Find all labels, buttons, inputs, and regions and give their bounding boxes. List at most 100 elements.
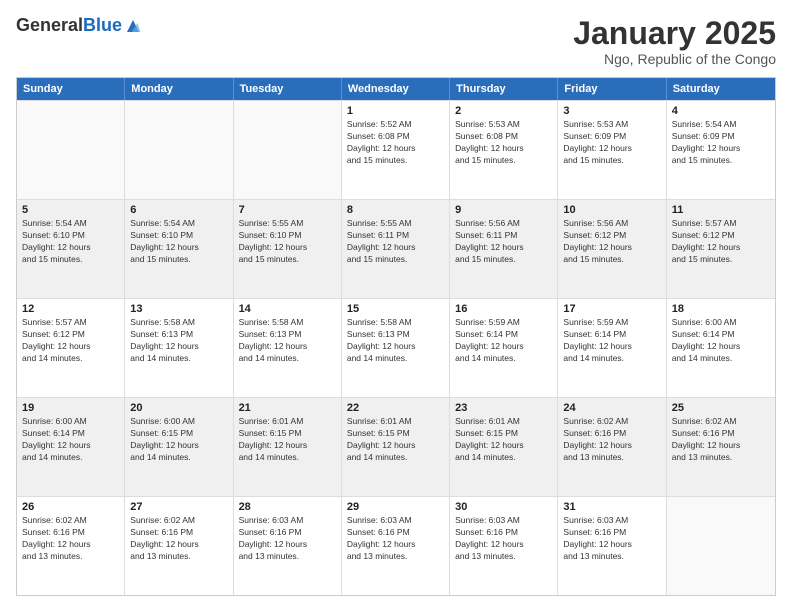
calendar-cell: 9 Sunrise: 5:56 AM Sunset: 6:11 PM Daylig… [450,200,558,298]
weekday-header: Saturday [667,78,775,100]
day-number: 1 [347,105,444,117]
day-info: Sunrise: 6:03 AM Sunset: 6:16 PM Dayligh… [455,515,552,563]
day-number: 17 [563,303,660,315]
calendar-header: SundayMondayTuesdayWednesdayThursdayFrid… [17,78,775,100]
calendar-cell: 7 Sunrise: 5:55 AM Sunset: 6:10 PM Daylig… [234,200,342,298]
day-info: Sunrise: 5:58 AM Sunset: 6:13 PM Dayligh… [347,317,444,365]
day-info: Sunrise: 6:02 AM Sunset: 6:16 PM Dayligh… [563,416,660,464]
calendar-cell: 5 Sunrise: 5:54 AM Sunset: 6:10 PM Daylig… [17,200,125,298]
day-number: 16 [455,303,552,315]
day-number: 30 [455,501,552,513]
day-info: Sunrise: 5:56 AM Sunset: 6:12 PM Dayligh… [563,218,660,266]
day-number: 3 [563,105,660,117]
day-number: 15 [347,303,444,315]
calendar-cell: 10 Sunrise: 5:56 AM Sunset: 6:12 PM Dayli… [558,200,666,298]
weekday-header: Sunday [17,78,125,100]
day-info: Sunrise: 5:54 AM Sunset: 6:10 PM Dayligh… [130,218,227,266]
calendar-body: 1 Sunrise: 5:52 AM Sunset: 6:08 PM Daylig… [17,100,775,595]
calendar-cell: 31Sunrise: 6:03 AM Sunset: 6:16 PM Dayli… [558,497,666,595]
day-number: 11 [672,204,770,216]
day-number: 19 [22,402,119,414]
calendar-row: 5 Sunrise: 5:54 AM Sunset: 6:10 PM Daylig… [17,199,775,298]
calendar-title: January 2025 [573,16,776,51]
day-number: 10 [563,204,660,216]
weekday-header: Tuesday [234,78,342,100]
day-number: 6 [130,204,227,216]
weekday-header: Thursday [450,78,558,100]
calendar-cell: 11 Sunrise: 5:57 AM Sunset: 6:12 PM Dayli… [667,200,775,298]
day-number: 18 [672,303,770,315]
calendar-row: 1 Sunrise: 5:52 AM Sunset: 6:08 PM Daylig… [17,100,775,199]
logo: GeneralBlue [16,16,142,36]
day-info: Sunrise: 6:00 AM Sunset: 6:14 PM Dayligh… [672,317,770,365]
calendar-cell [667,497,775,595]
day-number: 7 [239,204,336,216]
calendar: SundayMondayTuesdayWednesdayThursdayFrid… [16,77,776,596]
day-number: 5 [22,204,119,216]
day-number: 25 [672,402,770,414]
day-number: 20 [130,402,227,414]
day-info: Sunrise: 5:53 AM Sunset: 6:08 PM Dayligh… [455,119,552,167]
calendar-cell: 23 Sunrise: 6:01 AM Sunset: 6:15 PM Dayli… [450,398,558,496]
day-info: Sunrise: 6:01 AM Sunset: 6:15 PM Dayligh… [455,416,552,464]
day-info: Sunrise: 5:52 AM Sunset: 6:08 PM Dayligh… [347,119,444,167]
calendar-cell: 21Sunrise: 6:01 AM Sunset: 6:15 PM Dayli… [234,398,342,496]
weekday-header: Wednesday [342,78,450,100]
calendar-cell: 15 Sunrise: 5:58 AM Sunset: 6:13 PM Dayli… [342,299,450,397]
day-info: Sunrise: 6:02 AM Sunset: 6:16 PM Dayligh… [22,515,119,563]
calendar-cell: 4 Sunrise: 5:54 AM Sunset: 6:09 PM Daylig… [667,101,775,199]
calendar-cell [125,101,233,199]
calendar-cell: 1 Sunrise: 5:52 AM Sunset: 6:08 PM Daylig… [342,101,450,199]
calendar-subtitle: Ngo, Republic of the Congo [573,51,776,67]
day-info: Sunrise: 5:55 AM Sunset: 6:10 PM Dayligh… [239,218,336,266]
calendar-cell: 18 Sunrise: 6:00 AM Sunset: 6:14 PM Dayli… [667,299,775,397]
calendar-cell: 20 Sunrise: 6:00 AM Sunset: 6:15 PM Dayli… [125,398,233,496]
day-number: 29 [347,501,444,513]
calendar-row: 12 Sunrise: 5:57 AM Sunset: 6:12 PM Dayli… [17,298,775,397]
header: GeneralBlue January 2025 Ngo, Republic o… [16,16,776,67]
calendar-cell: 29 Sunrise: 6:03 AM Sunset: 6:16 PM Dayli… [342,497,450,595]
calendar-cell: 3 Sunrise: 5:53 AM Sunset: 6:09 PM Daylig… [558,101,666,199]
day-info: Sunrise: 5:59 AM Sunset: 6:14 PM Dayligh… [563,317,660,365]
day-number: 4 [672,105,770,117]
day-info: Sunrise: 6:00 AM Sunset: 6:15 PM Dayligh… [130,416,227,464]
day-number: 26 [22,501,119,513]
day-number: 14 [239,303,336,315]
calendar-cell: 14Sunrise: 5:58 AM Sunset: 6:13 PM Dayli… [234,299,342,397]
day-number: 21 [239,402,336,414]
calendar-cell [17,101,125,199]
day-number: 8 [347,204,444,216]
day-info: Sunrise: 5:57 AM Sunset: 6:12 PM Dayligh… [22,317,119,365]
day-number: 2 [455,105,552,117]
day-info: Sunrise: 5:56 AM Sunset: 6:11 PM Dayligh… [455,218,552,266]
calendar-cell: 8 Sunrise: 5:55 AM Sunset: 6:11 PM Daylig… [342,200,450,298]
calendar-cell: 6 Sunrise: 5:54 AM Sunset: 6:10 PM Daylig… [125,200,233,298]
day-info: Sunrise: 6:01 AM Sunset: 6:15 PM Dayligh… [347,416,444,464]
day-number: 13 [130,303,227,315]
day-info: Sunrise: 5:54 AM Sunset: 6:10 PM Dayligh… [22,218,119,266]
day-number: 9 [455,204,552,216]
calendar-row: 19Sunrise: 6:00 AM Sunset: 6:14 PM Dayli… [17,397,775,496]
day-info: Sunrise: 6:02 AM Sunset: 6:16 PM Dayligh… [672,416,770,464]
day-number: 23 [455,402,552,414]
calendar-cell: 24Sunrise: 6:02 AM Sunset: 6:16 PM Dayli… [558,398,666,496]
calendar-cell: 16Sunrise: 5:59 AM Sunset: 6:14 PM Dayli… [450,299,558,397]
day-number: 27 [130,501,227,513]
day-number: 22 [347,402,444,414]
day-info: Sunrise: 6:03 AM Sunset: 6:16 PM Dayligh… [347,515,444,563]
day-info: Sunrise: 6:03 AM Sunset: 6:16 PM Dayligh… [563,515,660,563]
day-number: 12 [22,303,119,315]
day-info: Sunrise: 5:54 AM Sunset: 6:09 PM Dayligh… [672,119,770,167]
calendar-cell: 17 Sunrise: 5:59 AM Sunset: 6:14 PM Dayli… [558,299,666,397]
calendar-cell: 28Sunrise: 6:03 AM Sunset: 6:16 PM Dayli… [234,497,342,595]
logo-general: General [16,15,83,35]
day-info: Sunrise: 6:02 AM Sunset: 6:16 PM Dayligh… [130,515,227,563]
calendar-cell: 30 Sunrise: 6:03 AM Sunset: 6:16 PM Dayli… [450,497,558,595]
day-info: Sunrise: 5:53 AM Sunset: 6:09 PM Dayligh… [563,119,660,167]
day-info: Sunrise: 5:57 AM Sunset: 6:12 PM Dayligh… [672,218,770,266]
calendar-cell: 27 Sunrise: 6:02 AM Sunset: 6:16 PM Dayli… [125,497,233,595]
day-info: Sunrise: 5:55 AM Sunset: 6:11 PM Dayligh… [347,218,444,266]
calendar-cell: 13Sunrise: 5:58 AM Sunset: 6:13 PM Dayli… [125,299,233,397]
calendar-row: 26 Sunrise: 6:02 AM Sunset: 6:16 PM Dayli… [17,496,775,595]
calendar-cell: 26 Sunrise: 6:02 AM Sunset: 6:16 PM Dayli… [17,497,125,595]
